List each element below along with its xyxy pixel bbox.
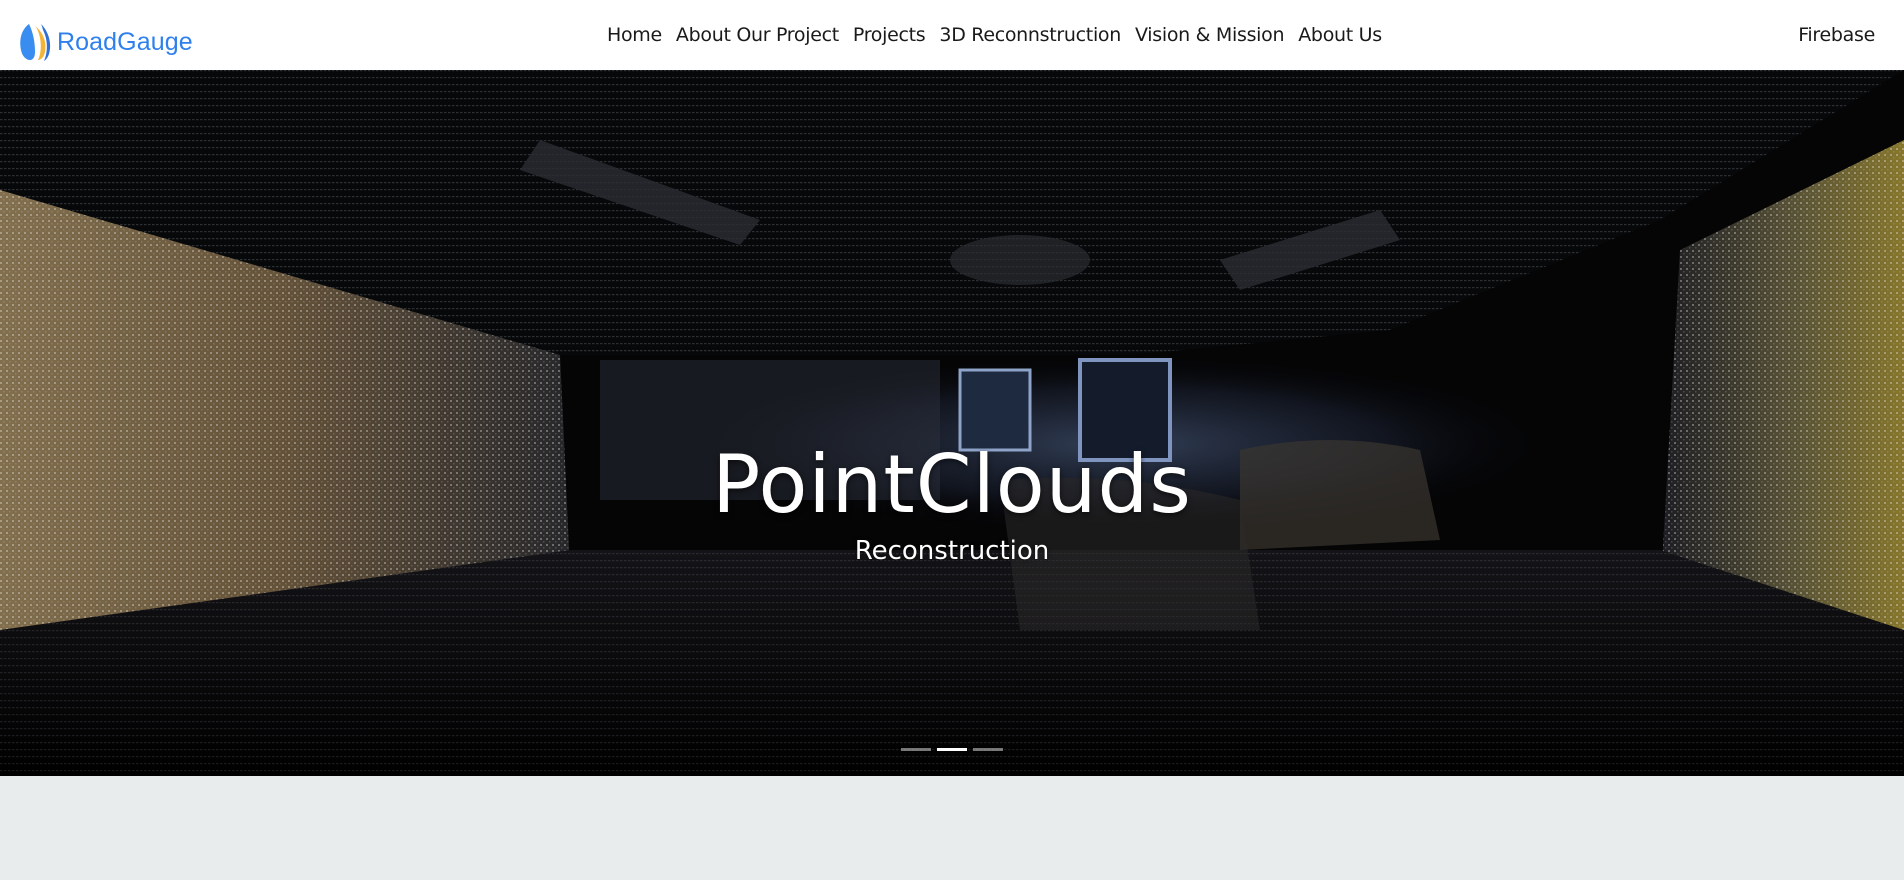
nav-link-3d-reconstruction[interactable]: 3D Reconnstruction [932, 0, 1128, 70]
hero-carousel: PointClouds Reconstruction [0, 70, 1904, 776]
hero-subtitle: Reconstruction [854, 536, 1050, 566]
nav-link-home[interactable]: Home [600, 0, 669, 70]
navbar: RoadGauge Home About Our Project Project… [0, 0, 1904, 70]
nav-link-vision-mission[interactable]: Vision & Mission [1128, 0, 1291, 70]
hero-pointcloud-image [0, 70, 1904, 776]
nav-link-projects[interactable]: Projects [846, 0, 933, 70]
hero-caption: PointClouds Reconstruction [0, 440, 1904, 568]
nav-link-about-our-project[interactable]: About Our Project [669, 0, 846, 70]
carousel-indicator-2[interactable] [937, 748, 967, 751]
carousel-indicator-1[interactable] [901, 748, 931, 751]
brand-name: RoadGauge [57, 28, 193, 56]
carousel-indicators [0, 748, 1904, 751]
nav-link-about-us[interactable]: About Us [1291, 0, 1389, 70]
hero-title: PointClouds [712, 438, 1192, 531]
nav-links: Home About Our Project Projects 3D Recon… [600, 0, 1389, 70]
brand-link[interactable]: RoadGauge [17, 22, 193, 62]
roadgauge-logo-icon [20, 24, 51, 61]
content-section [0, 776, 1904, 880]
carousel-indicator-3[interactable] [973, 748, 1003, 751]
nav-link-firebase[interactable]: Firebase [1798, 0, 1875, 70]
